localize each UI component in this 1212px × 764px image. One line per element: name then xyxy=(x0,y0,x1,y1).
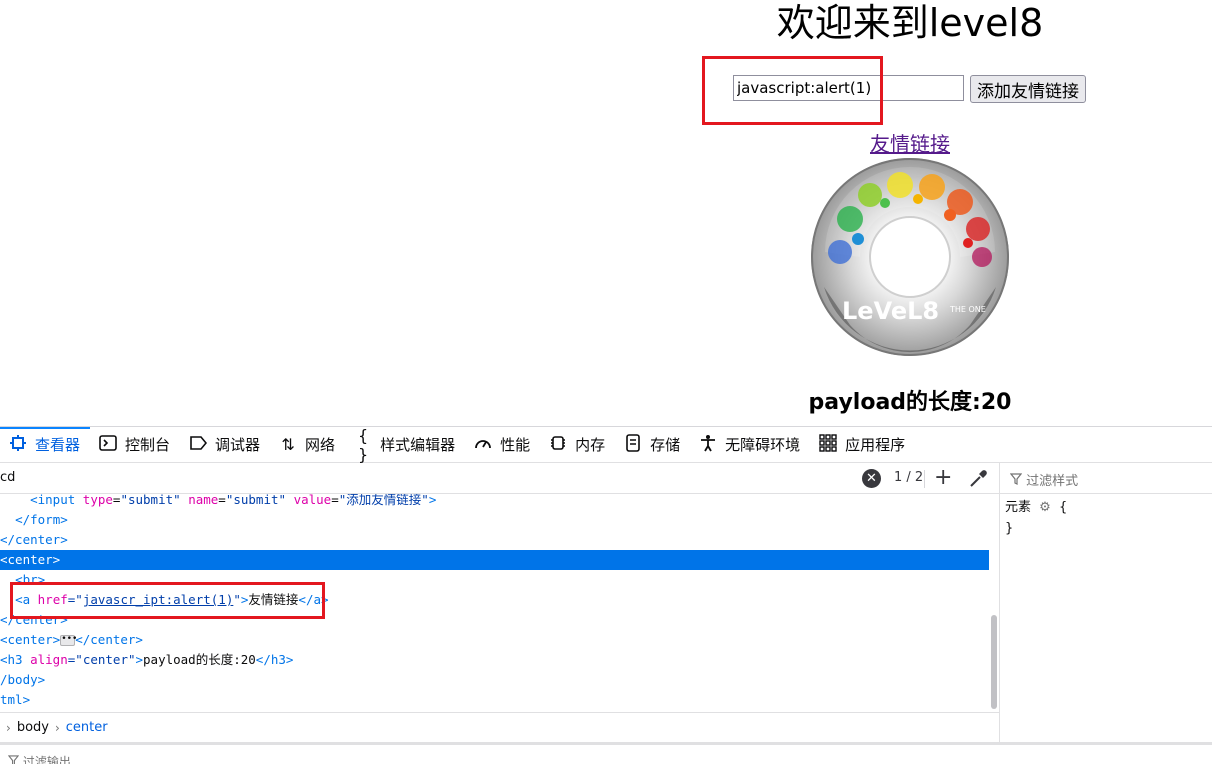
tab-label: 存储 xyxy=(650,436,681,454)
rules-filter-placeholder: 过滤样式 xyxy=(1026,474,1079,489)
tab-debugger[interactable]: 调试器 xyxy=(180,427,270,463)
tab-performance[interactable]: 性能 xyxy=(465,427,540,463)
tab-label: 控制台 xyxy=(125,436,171,454)
friend-link[interactable]: 友情链接 xyxy=(0,128,1212,157)
toolbar-divider xyxy=(924,470,925,488)
page: 欢迎来到level8 添加友情链接 友情链接 xyxy=(0,0,1212,764)
tab-network[interactable]: ⇅ 网络 xyxy=(270,427,345,463)
tree-node-input[interactable]: <input type="submit" name="submit" value… xyxy=(0,494,989,510)
disc-logo-subtext: THE ONE xyxy=(949,305,986,314)
tab-label: 样式编辑器 xyxy=(380,436,456,454)
html-search-input[interactable]: cd xyxy=(0,470,15,485)
filter-icon xyxy=(7,755,23,764)
payload-length: payload的长度:20 xyxy=(808,390,1012,415)
tab-storage[interactable]: 存储 xyxy=(615,427,690,463)
gear-icon[interactable]: ⚙ xyxy=(1039,500,1051,515)
breadcrumb-item-center[interactable]: center xyxy=(66,720,108,735)
html-tree: <input type="submit" name="submit" value… xyxy=(0,494,989,712)
highlight-box-input xyxy=(702,56,883,125)
application-icon xyxy=(818,433,838,456)
disc-logo-text: LeVeL8 xyxy=(842,297,939,325)
collapsed-ellipsis-icon[interactable]: ••• xyxy=(60,635,77,646)
breadcrumb-item-body[interactable]: body xyxy=(17,720,49,735)
tree-node-center-close[interactable]: </center> xyxy=(0,530,989,550)
inspector-icon xyxy=(8,434,28,455)
panel-divider[interactable] xyxy=(999,463,1000,743)
tab-memory[interactable]: 内存 xyxy=(540,427,615,463)
storage-icon xyxy=(623,433,643,456)
tree-node-center-selected[interactable]: <center> xyxy=(0,550,989,570)
rules-body: 元素 ⚙ { } xyxy=(1005,497,1067,539)
tab-label: 调试器 xyxy=(215,436,261,454)
tree-node-h3[interactable]: <h3 align="center">payload的长度:20</h3> xyxy=(0,650,989,670)
tab-label: 无障碍环境 xyxy=(725,436,801,454)
eyedropper-icon[interactable] xyxy=(968,469,988,489)
console-icon xyxy=(98,434,118,455)
tab-label: 性能 xyxy=(500,436,531,454)
breadcrumb: › body › center xyxy=(0,712,999,742)
devtools-tabbar: 查看器 控制台 调试器 ⇅ 网络 { } 样式编辑器 性能 内存 存储 无障碍环… xyxy=(0,425,1212,464)
style-editor-icon: { } xyxy=(357,425,369,464)
performance-icon xyxy=(473,435,493,455)
rule-open-brace: { xyxy=(1058,500,1068,515)
breadcrumb-arrow-icon: › xyxy=(6,720,11,735)
tab-label: 内存 xyxy=(575,436,606,454)
level8-disc-image: LeVeL8 THE ONE xyxy=(811,158,1009,356)
html-search-bar: cd ✕ 1 / 2 + xyxy=(0,463,999,494)
tab-inspector[interactable]: 查看器 xyxy=(0,426,91,463)
web-content: 欢迎来到level8 添加友情链接 友情链接 xyxy=(0,0,1212,426)
accessibility-icon xyxy=(698,434,718,456)
search-result-count: 1 / 2 xyxy=(894,470,924,485)
tree-node-form-close[interactable]: </form> xyxy=(0,510,989,530)
network-icon: ⇅ xyxy=(281,435,295,454)
console-filter-placeholder: 过滤输出 xyxy=(22,755,71,764)
breadcrumb-arrow-icon: › xyxy=(54,720,60,735)
rule-close-brace: } xyxy=(1005,521,1014,536)
add-node-icon[interactable]: + xyxy=(934,465,952,490)
filter-icon xyxy=(1009,473,1026,489)
tab-accessibility[interactable]: 无障碍环境 xyxy=(690,427,810,463)
debugger-icon xyxy=(188,435,208,455)
tab-console[interactable]: 控制台 xyxy=(90,427,180,463)
tree-scrollbar[interactable] xyxy=(991,615,997,709)
page-title: 欢迎来到level8 xyxy=(776,1,1044,45)
tab-style-editor[interactable]: { } 样式编辑器 xyxy=(345,425,465,464)
element-rule-label: 元素 xyxy=(1005,500,1032,515)
tree-node-center-collapsed[interactable]: <center>•••</center> xyxy=(0,630,989,650)
console-filter-bar[interactable]: 过滤输出 xyxy=(0,742,1212,764)
tab-label: 查看器 xyxy=(35,436,81,454)
devtools-panel: 查看器 控制台 调试器 ⇅ 网络 { } 样式编辑器 性能 内存 存储 无障碍环… xyxy=(0,426,1212,764)
clear-search-icon[interactable]: ✕ xyxy=(862,469,881,488)
tab-application[interactable]: 应用程序 xyxy=(810,427,915,463)
tab-label: 应用程序 xyxy=(845,436,906,454)
highlight-box-anchor xyxy=(10,582,325,619)
rules-filter[interactable]: 过滤样式 xyxy=(1000,463,1212,494)
add-link-button[interactable]: 添加友情链接 xyxy=(970,75,1086,103)
tree-node-body-close[interactable]: /body> xyxy=(0,670,989,690)
tree-node-html-close[interactable]: tml> xyxy=(0,690,989,710)
memory-icon xyxy=(548,435,568,455)
tab-label: 网络 xyxy=(305,436,336,454)
